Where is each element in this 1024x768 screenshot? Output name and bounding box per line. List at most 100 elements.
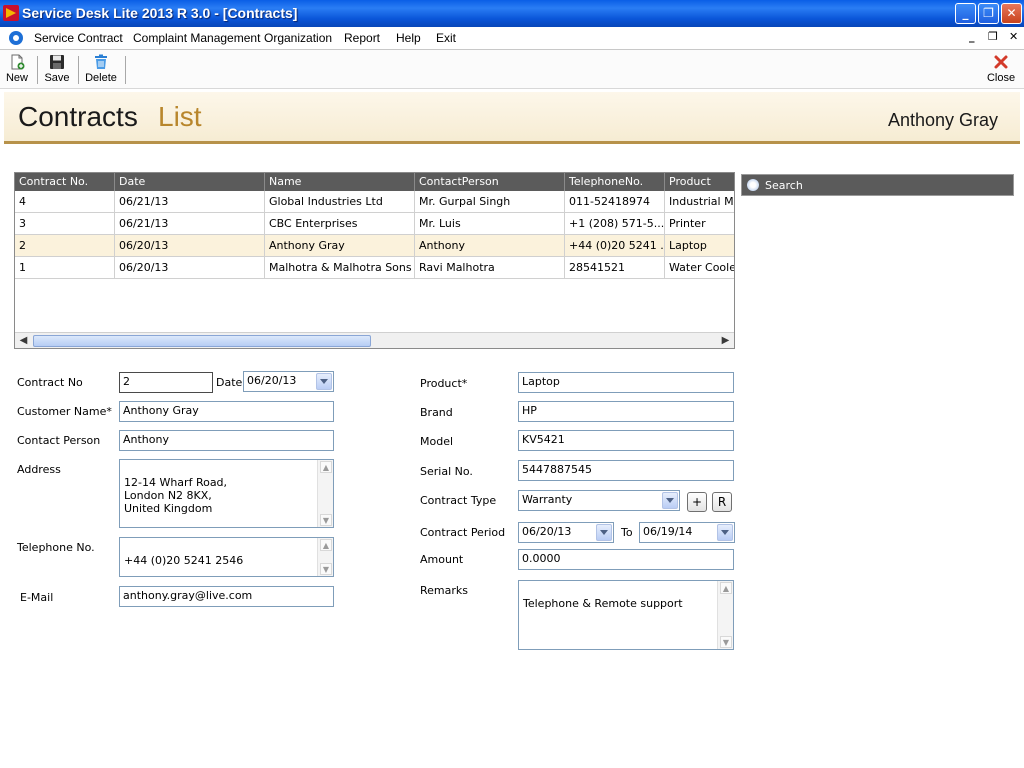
scroll-up-icon[interactable]: ▲ — [720, 582, 732, 594]
column-telephone[interactable]: TelephoneNo. — [565, 173, 665, 191]
period-to-picker[interactable]: 06/19/14 — [639, 522, 735, 543]
column-contact-person[interactable]: ContactPerson — [415, 173, 565, 191]
telephone-scrollbar[interactable]: ▲ ▼ — [317, 538, 333, 576]
window-close-button[interactable]: ✕ — [1001, 3, 1022, 24]
scroll-thumb[interactable] — [33, 335, 371, 347]
search-panel[interactable]: Search — [741, 174, 1014, 196]
minimize-button[interactable]: _ — [955, 3, 976, 24]
grid-horizontal-scrollbar[interactable]: ◀ ▶ — [15, 332, 734, 348]
scroll-down-icon[interactable]: ▼ — [320, 563, 332, 575]
app-icon — [3, 5, 19, 21]
remarks-field[interactable]: Telephone & Remote support ▲ ▼ — [518, 580, 734, 650]
table-row[interactable]: 4 06/21/13 Global Industries Ltd Mr. Gur… — [15, 191, 734, 213]
table-row[interactable]: 1 06/20/13 Malhotra & Malhotra Sons Ravi… — [15, 257, 734, 279]
cell-product: Printer — [665, 213, 734, 235]
mdi-close-button[interactable]: ✕ — [1009, 30, 1018, 43]
chevron-down-icon[interactable] — [596, 524, 612, 541]
address-field[interactable]: 12-14 Wharf Road, London N2 8KX, United … — [119, 459, 334, 528]
close-icon — [994, 55, 1008, 69]
column-name[interactable]: Name — [265, 173, 415, 191]
cell-contact-person: Ravi Malhotra — [415, 257, 565, 279]
contract-no-field[interactable]: 2 — [119, 372, 213, 393]
cell-contract-no: 3 — [15, 213, 115, 235]
chevron-down-icon[interactable] — [316, 373, 332, 390]
menu-exit[interactable]: Exit — [436, 31, 456, 45]
cell-product: Water Cooler — [665, 257, 734, 279]
customer-name-field[interactable]: Anthony Gray — [119, 401, 334, 422]
menu-bar: Service Contract Complaint Management Or… — [0, 27, 1024, 49]
menu-help[interactable]: Help — [396, 31, 421, 45]
contact-person-label: Contact Person — [17, 434, 101, 447]
cell-telephone: +44 (0)20 5241 ... — [565, 235, 665, 257]
contract-type-select[interactable]: Warranty — [518, 490, 680, 511]
contracts-grid[interactable]: Contract No. Date Name ContactPerson Tel… — [14, 172, 735, 349]
save-icon — [50, 55, 64, 69]
search-icon — [747, 179, 759, 191]
table-row[interactable]: 3 06/21/13 CBC Enterprises Mr. Luis +1 (… — [15, 213, 734, 235]
address-label: Address — [17, 463, 61, 476]
chevron-down-icon[interactable] — [662, 492, 678, 509]
current-user: Anthony Gray — [887, 110, 998, 130]
column-date[interactable]: Date — [115, 173, 265, 191]
product-field[interactable]: Laptop — [518, 372, 734, 393]
email-field[interactable]: anthony.gray@live.com — [119, 586, 334, 607]
model-field[interactable]: KV5421 — [518, 430, 734, 451]
remarks-value: Telephone & Remote support — [523, 597, 683, 610]
scroll-right-icon[interactable]: ▶ — [718, 334, 733, 348]
menu-report[interactable]: Report — [344, 31, 380, 45]
contact-person-field[interactable]: Anthony — [119, 430, 334, 451]
remarks-scrollbar[interactable]: ▲ ▼ — [717, 581, 733, 649]
period-from-picker[interactable]: 06/20/13 — [518, 522, 614, 543]
model-label: Model — [420, 435, 454, 448]
telephone-field[interactable]: +44 (0)20 5241 2546 ▲ ▼ — [119, 537, 334, 577]
cell-date: 06/21/13 — [115, 191, 265, 213]
customer-name-label: Customer Name* — [17, 405, 112, 418]
scroll-down-icon[interactable]: ▼ — [720, 636, 732, 648]
menu-icon[interactable] — [9, 31, 23, 45]
period-from-value: 06/20/13 — [522, 525, 572, 538]
search-label: Search — [765, 179, 803, 192]
menu-organization[interactable]: Organization — [264, 31, 332, 45]
product-label: Product* — [420, 377, 468, 390]
new-label: New — [5, 72, 28, 84]
address-scrollbar[interactable]: ▲ ▼ — [317, 460, 333, 527]
contract-type-label: Contract Type — [420, 494, 497, 507]
add-contract-type-button[interactable]: + — [687, 492, 707, 512]
cell-name: Malhotra & Malhotra Sons — [265, 257, 415, 279]
period-to-value: 06/19/14 — [643, 525, 693, 538]
scroll-up-icon[interactable]: ▲ — [320, 461, 332, 473]
scroll-left-icon[interactable]: ◀ — [16, 334, 31, 348]
brand-field[interactable]: HP — [518, 401, 734, 422]
menu-service-contract[interactable]: Service Contract — [34, 31, 123, 45]
close-button[interactable]: Close — [985, 52, 1017, 86]
column-product[interactable]: Product — [665, 173, 734, 191]
cell-contract-no: 4 — [15, 191, 115, 213]
date-picker[interactable]: 06/20/13 — [243, 371, 334, 392]
contract-type-value: Warranty — [522, 493, 573, 506]
refresh-contract-type-button[interactable]: R — [712, 492, 732, 512]
scroll-down-icon[interactable]: ▼ — [320, 514, 332, 526]
save-label: Save — [44, 72, 70, 84]
save-button[interactable]: Save — [42, 52, 72, 86]
scroll-up-icon[interactable]: ▲ — [320, 539, 332, 551]
toolbar: New Save Delete Close — [0, 49, 1024, 89]
email-label: E-Mail — [20, 591, 54, 604]
cell-contract-no: 1 — [15, 257, 115, 279]
contract-period-label: Contract Period — [420, 526, 506, 539]
column-contract-no[interactable]: Contract No. — [15, 173, 115, 191]
amount-field[interactable]: 0.0000 — [518, 549, 734, 570]
toolbar-separator — [125, 56, 126, 84]
chevron-down-icon[interactable] — [717, 524, 733, 541]
cell-contract-no: 2 — [15, 235, 115, 257]
close-label: Close — [986, 72, 1016, 84]
menu-complaint-management[interactable]: Complaint Management — [133, 31, 260, 45]
mdi-minimize-button[interactable]: _ — [969, 30, 975, 43]
amount-label: Amount — [420, 553, 464, 566]
maximize-button[interactable]: ❐ — [978, 3, 999, 24]
period-to-label: To — [621, 526, 633, 539]
mdi-restore-button[interactable]: ❐ — [988, 30, 998, 43]
new-button[interactable]: New — [4, 52, 30, 86]
serial-no-field[interactable]: 5447887545 — [518, 460, 734, 481]
table-row-selected[interactable]: 2 06/20/13 Anthony Gray Anthony +44 (0)2… — [15, 235, 734, 257]
delete-button[interactable]: Delete — [83, 52, 119, 86]
